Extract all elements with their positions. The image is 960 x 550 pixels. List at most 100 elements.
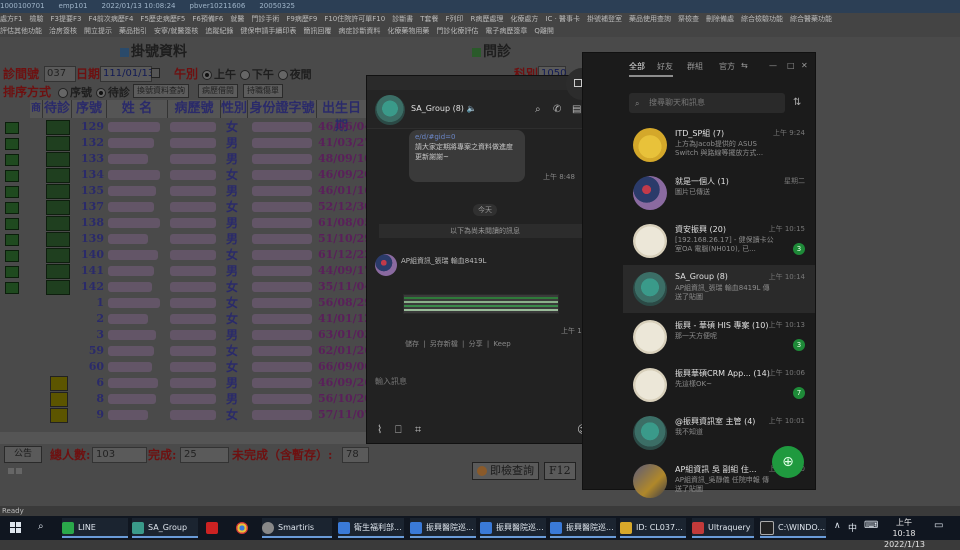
close-icon[interactable]: ✕ [801,61,808,70]
tab-all[interactable]: 全部 [629,61,645,72]
taskbar-cmd[interactable]: C:\WINDO... [760,518,826,538]
menu-item[interactable]: 病症診斷資料 [338,27,380,35]
patient-row[interactable]: 141 男 44/09/17 [0,263,372,279]
consult-icon[interactable] [46,184,70,199]
group-avatar[interactable] [375,95,405,125]
menu-item[interactable]: 電子病歷簽章 [485,27,527,35]
message-input[interactable]: 輸入訊息 [375,376,407,387]
consult-icon[interactable] [46,120,70,135]
taskbar-sa-group[interactable]: SA_Group [132,518,198,538]
menu-item[interactable]: 門診手術 [251,15,279,23]
shift-radio-night[interactable]: 夜間 [277,68,312,81]
patient-row[interactable]: 139 男 51/10/29 [0,231,372,247]
chat-list-item[interactable]: 資安振興 (20) [192.168.26.17] - 健保讀卡公室OA 電腦(N… [623,217,815,265]
menu-item[interactable]: F5歷史病歷F5 [140,15,185,23]
patient-row[interactable]: 129 女 46/06/04 [0,119,372,135]
image-message[interactable] [403,294,559,314]
menu-item[interactable]: 門診化療評估 [436,27,478,35]
menu-item[interactable]: 追蹤紀錄 [205,27,233,35]
maximize-icon[interactable]: □ [787,61,795,70]
row-select-box[interactable] [5,170,19,182]
patient-row[interactable]: 60 女 66/09/06 [0,359,372,375]
taskbar-line[interactable]: LINE [62,518,128,538]
patient-row[interactable]: 8 男 56/10/20 [0,391,372,407]
shift-radio-am[interactable]: 上午 [202,68,236,81]
menu-item[interactable]: F6預備F6 [192,15,223,23]
crop-icon[interactable]: ⌗ [415,424,421,436]
menu-item[interactable]: 化療處方 [510,15,538,23]
consult-icon[interactable] [46,136,70,151]
notification-icon[interactable]: ▭ [934,520,943,531]
keyboard-icon[interactable]: ⌨ [864,520,878,531]
consult-icon[interactable] [46,232,70,247]
menu-item[interactable]: F9病歷F9 [286,15,317,23]
chat-list-item[interactable]: ITD_SP組 (7) 上方為Jacob提供的 ASUS Switch 與路線等擺… [623,121,815,169]
window-icon[interactable] [574,79,582,87]
menu-item[interactable]: 藥品指引 [119,27,147,35]
patient-row[interactable]: 2 女 41/01/12 [0,311,372,327]
taskbar-window[interactable]: 振興醫院巡... [410,518,476,538]
patient-row[interactable]: 135 男 46/01/16 [0,183,372,199]
taskbar-smartiris[interactable]: Smartiris [262,518,332,538]
tab-friends[interactable]: 好友 [657,61,673,72]
menu-item[interactable]: 刪除備處 [706,15,734,23]
menu-item[interactable]: 化療藥物用藥 [387,27,429,35]
sort-icon[interactable]: ⇅ [793,97,801,108]
row-select-box[interactable] [5,186,19,198]
row-select-box[interactable] [5,202,19,214]
search-icon[interactable]: ⌕ [535,104,541,116]
shift-radio-pm[interactable]: 下午 [239,68,274,81]
patient-row[interactable]: 132 男 41/03/27 [0,135,372,151]
chat-list-item[interactable]: SA_Group (8) AP組資訊_張瑞 輸血8419L 傳送了貼圖 上午 10:… [623,265,815,313]
consult-icon[interactable] [46,152,70,167]
row-select-box[interactable] [5,266,19,278]
pending-icon[interactable] [50,376,68,391]
clinic-field[interactable]: 037 [44,66,76,82]
menu-item[interactable]: F4前次病歷F4 [88,15,133,23]
patient-row[interactable]: 6 男 46/09/26 [0,375,372,391]
row-select-box[interactable] [5,154,19,166]
phone-icon[interactable]: ✆ [553,104,561,116]
row-select-box[interactable] [5,250,19,262]
date-spin[interactable] [151,68,160,78]
col-header[interactable]: 出生日期 [317,100,367,134]
menu-item[interactable]: 掛號補登室 [587,15,622,23]
patient-row[interactable]: 1 女 56/08/29 [0,295,372,311]
consult-icon[interactable] [46,264,70,279]
search-patient-button[interactable]: 換號資料查詢 [133,84,189,98]
patient-row[interactable]: 137 女 52/12/30 [0,199,372,215]
patient-row[interactable]: 9 女 57/11/07 [0,407,372,423]
menu-item[interactable]: F3提要F3 [50,15,81,23]
menu-item[interactable]: T套餐 [420,15,438,23]
history-borrow-button[interactable]: 病歷借閱 [198,84,238,98]
patient-row[interactable]: 138 男 61/08/05 [0,215,372,231]
menu-item[interactable]: 祭檢查 [678,15,699,23]
menu-item[interactable]: 藥品使用查詢 [629,15,671,23]
image-actions[interactable]: 儲存 | 另存新檔 | 分享 | Keep [405,339,511,349]
attach-icon[interactable]: ⌇ [377,424,382,436]
patient-row[interactable]: 134 女 46/09/20 [0,167,372,183]
menu-item[interactable]: 綜合檢驗功能 [741,15,783,23]
row-select-box[interactable] [5,282,19,294]
sort-radio-number[interactable]: 序號 [58,86,92,99]
menu-item[interactable]: 安寧/就醫簽核 [154,27,198,35]
taskbar-window[interactable]: 振興醫院巡... [480,518,546,538]
patient-row[interactable]: 140 女 61/12/22 [0,247,372,263]
consult-icon[interactable] [46,216,70,231]
col-header[interactable]: 待診 [43,100,72,118]
menu-item[interactable]: 就醫 [230,15,244,23]
message-link[interactable]: e/d/#gid=0 [415,132,519,142]
ward-button[interactable]: 持職傷單 [243,84,283,98]
menu-item[interactable]: R病歷處理 [471,15,504,23]
note-icon[interactable]: ▤ [572,104,581,116]
menu-item[interactable]: 綜合醫藥功能 [790,15,832,23]
taskbar-ultraquery[interactable]: Ultraquery [692,518,754,538]
chat-list-item[interactable]: 振興華碩CRM App... (14) 先這樣OK~ 上午 10:06 7 [623,361,815,409]
consult-icon[interactable] [46,168,70,183]
consult-icon[interactable] [46,280,70,295]
menu-item[interactable]: 洽房簽核 [49,27,77,35]
taskbar-his[interactable] [206,518,228,538]
col-header[interactable]: 身份證字號 [248,100,317,118]
message-bubble[interactable]: e/d/#gid=0 請大家定期將專案之資料做進度更新謝謝~ [409,130,525,182]
row-select-box[interactable] [5,122,19,134]
